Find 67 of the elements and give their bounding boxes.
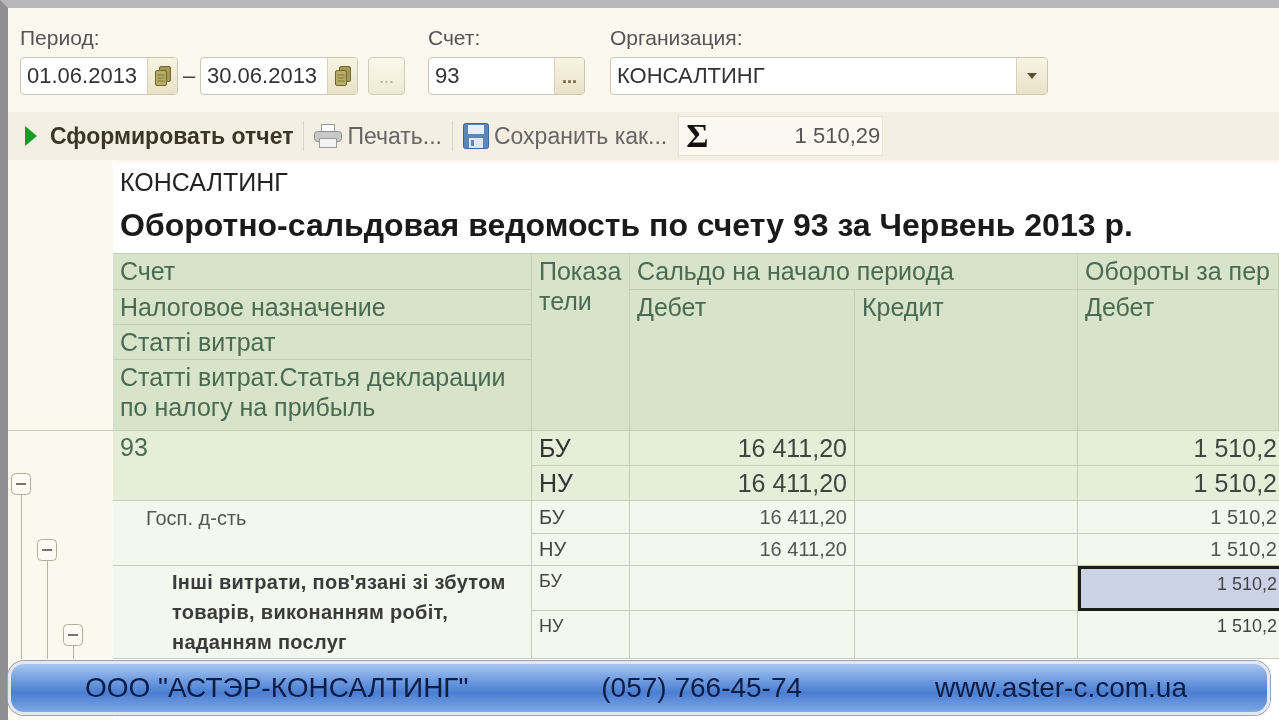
account-cell: 93 [113, 431, 532, 501]
amount-cell[interactable]: 16 411,20 [630, 534, 855, 566]
header-cell: Налоговое назначение [113, 290, 532, 325]
report-title: Оборотно-сальдовая ведомость по счету 93 за Червень 2013 р. [120, 206, 1134, 244]
calendar-icon [154, 66, 171, 86]
calendar-icon [334, 66, 351, 86]
amount-cell[interactable]: 1 510,2 [1078, 611, 1279, 659]
generate-button[interactable]: Сформировать отчет [20, 118, 299, 154]
header-cell: Дебет [1078, 290, 1279, 431]
organization-dropdown[interactable]: КОНСАЛТИНГ [610, 57, 1048, 95]
amount-cell[interactable]: 1 510,2 [1078, 501, 1279, 534]
sum-symbol: Σ [686, 118, 709, 154]
minus-box-icon[interactable] [37, 539, 57, 561]
amount-cell[interactable] [855, 534, 1078, 566]
play-icon [25, 126, 37, 146]
header-cell: Статті витрат.Статья декларации по налогу на прибыль [113, 360, 532, 431]
amount-cell[interactable]: 1 510,2 [1078, 534, 1279, 566]
header-cell: Обороты за пер [1078, 254, 1279, 290]
header-cell: Показатели [532, 253, 630, 431]
calendar-button[interactable] [147, 58, 177, 94]
amount-cell[interactable]: 16 411,20 [630, 431, 855, 466]
date-from-field[interactable]: 01.06.2013 [20, 57, 178, 95]
amount-cell[interactable] [855, 466, 1078, 501]
indicator-cell: БУ [532, 431, 630, 466]
header-cell: Дебет [630, 290, 855, 431]
calendar-button[interactable] [327, 58, 357, 94]
range-dash: – [181, 63, 197, 89]
period-label: Период: [20, 26, 100, 50]
minus-box-icon[interactable] [63, 624, 83, 646]
amount-cell[interactable]: 1 510,2 [1078, 466, 1279, 501]
organization-label: Организация: [610, 26, 743, 50]
report-organization: КОНСАЛТИНГ [120, 168, 289, 197]
header-cell: Статті витрат [113, 325, 532, 360]
printer-icon [314, 124, 343, 148]
indicator-cell: НУ [532, 611, 630, 659]
account-cell: Інші витрати, пов'язані зі збутом товарів, виконанням робіт, наданням послуг [113, 566, 532, 659]
amount-cell[interactable] [855, 501, 1078, 534]
amount-cell[interactable] [855, 611, 1078, 659]
amount-cell[interactable]: 16 411,20 [630, 501, 855, 534]
header-cell: Кредит [855, 290, 1078, 431]
indicator-cell: БУ [532, 566, 630, 611]
amount-cell[interactable]: 1 510,2 [1078, 566, 1279, 611]
header-cell: Сальдо на начало периода [630, 254, 1078, 290]
account-field[interactable]: 93 ... [428, 57, 585, 95]
indicator-cell: НУ [532, 466, 630, 501]
company-name: ООО "АСТЭР-КОНСАЛТИНГ" [85, 672, 469, 704]
amount-cell[interactable] [630, 566, 855, 611]
indicator-cell: НУ [532, 534, 630, 566]
dropdown-button[interactable] [1016, 58, 1047, 94]
amount-cell[interactable] [855, 431, 1078, 466]
amount-cell[interactable] [855, 566, 1078, 611]
indicator-cell: БУ [532, 501, 630, 534]
website-address: www.aster-c.com.ua [934, 672, 1187, 704]
phone-number: (057) 766-45-74 [601, 672, 803, 704]
print-button[interactable]: Печать... [309, 118, 447, 154]
header-cell: Счет [113, 254, 532, 290]
account-cell: Госп. д-сть [113, 501, 532, 566]
caret-icon [1027, 73, 1037, 79]
date-to-field[interactable]: 30.06.2013 [200, 57, 358, 95]
account-label: Счет: [428, 26, 481, 50]
amount-cell[interactable] [630, 611, 855, 659]
amount-cell[interactable]: 1 510,2 [1078, 431, 1279, 466]
amount-cell[interactable]: 16 411,20 [630, 466, 855, 501]
account-select-button[interactable]: ... [554, 58, 584, 94]
sum-value: 1 510,29 [794, 123, 881, 149]
minus-box-icon[interactable] [11, 472, 31, 495]
save-button[interactable]: Сохранить как... [457, 118, 673, 154]
